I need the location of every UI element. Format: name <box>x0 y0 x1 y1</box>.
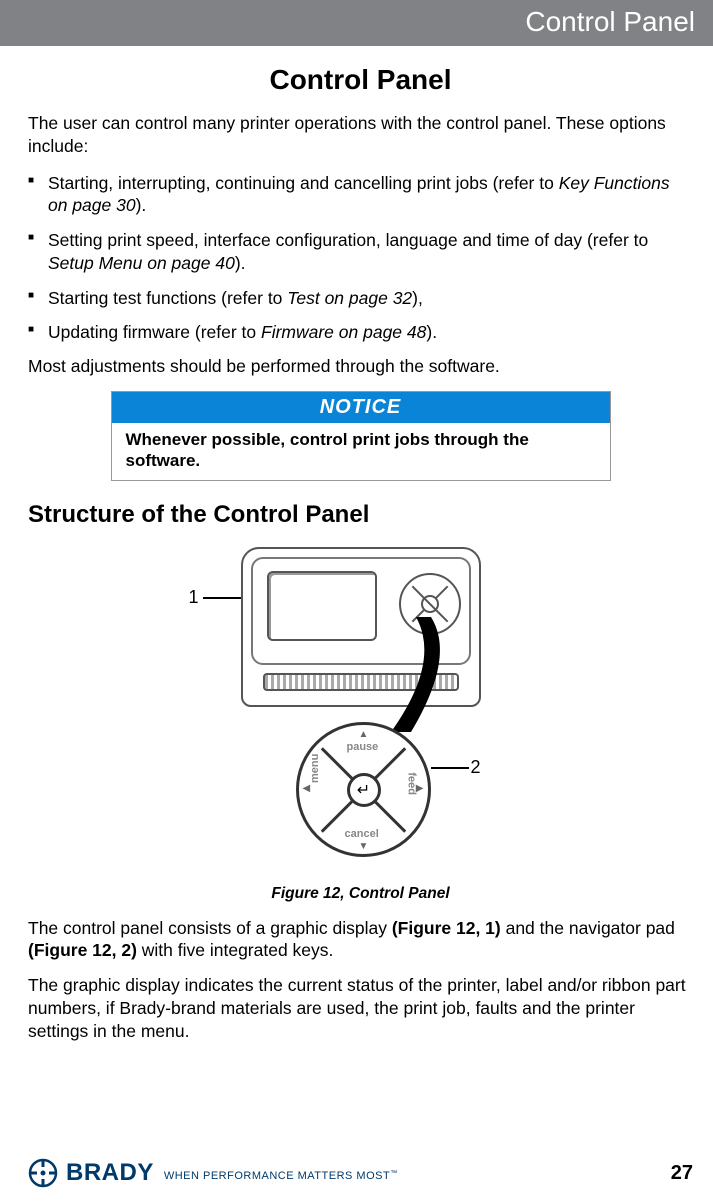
list-item: Updating firmware (refer to Firmware on … <box>28 321 693 344</box>
body-paragraph: The control panel consists of a graphic … <box>28 917 693 963</box>
software-note: Most adjustments should be performed thr… <box>28 356 693 377</box>
navigator-pad-icon: ▲ ▼ ◀ ▶ pause cancel menu feed ↵ <box>296 722 431 857</box>
list-item: Starting test functions (refer to Test o… <box>28 287 693 310</box>
pad-label-feed: feed <box>406 772 418 795</box>
page-content: Control Panel The user can control many … <box>0 64 713 1042</box>
text: The control panel consists of a graphic … <box>28 918 392 938</box>
list-text: Setting print speed, interface configura… <box>48 230 648 250</box>
text: and the navigator pad <box>501 918 675 938</box>
list-text: ), <box>412 288 423 308</box>
list-text: ). <box>235 253 246 273</box>
list-text: ). <box>426 322 437 342</box>
list-ref: Setup Menu on page 40 <box>48 253 235 273</box>
notice-heading: NOTICE <box>112 392 610 423</box>
figure-ref: (Figure 12, 1) <box>392 918 501 938</box>
list-text: Updating firmware (refer to <box>48 322 261 342</box>
arrow-left-icon: ◀ <box>303 783 311 794</box>
mini-pad-center-icon <box>421 595 439 613</box>
page-footer: BRADY WHEN PERFORMANCE MATTERS MOST™ 27 <box>0 1152 713 1202</box>
figure-caption: Figure 12, Control Panel <box>28 885 693 903</box>
callout-2-label: 2 <box>471 757 481 778</box>
text: with five integrated keys. <box>137 940 333 960</box>
pad-label-menu: menu <box>309 753 321 782</box>
callout-1-label: 1 <box>189 587 199 608</box>
list-item: Setting print speed, interface configura… <box>28 229 693 275</box>
brand-tagline: WHEN PERFORMANCE MATTERS MOST™ <box>164 1164 398 1182</box>
brady-badge-icon <box>28 1158 58 1188</box>
list-ref: Firmware on page 48 <box>261 322 426 342</box>
page-title: Control Panel <box>28 64 693 96</box>
trademark-symbol: ™ <box>390 1170 398 1177</box>
pad-label-cancel: cancel <box>345 828 379 840</box>
header-bar: Control Panel <box>0 0 713 46</box>
feature-list: Starting, interrupting, continuing and c… <box>28 172 693 345</box>
header-section-label: Control Panel <box>525 6 695 37</box>
arrow-down-icon: ▼ <box>359 841 369 852</box>
pad-label-pause: pause <box>347 741 379 753</box>
brand-logo: BRADY <box>28 1158 154 1188</box>
enter-key-icon: ↵ <box>347 773 381 807</box>
notice-body: Whenever possible, control print jobs th… <box>112 423 610 480</box>
brand-name: BRADY <box>66 1159 154 1187</box>
callout-swoosh-icon <box>386 617 456 737</box>
list-ref: Test on page 32 <box>287 288 412 308</box>
notice-box: NOTICE Whenever possible, control print … <box>111 391 611 481</box>
list-text: Starting test functions (refer to <box>48 288 287 308</box>
callout-line <box>431 767 469 769</box>
figure-control-panel: 1 ▲ ▼ ◀ ▶ pause cancel menu feed <box>181 547 541 877</box>
list-text: Starting, interrupting, continuing and c… <box>48 173 559 193</box>
section-title: Structure of the Control Panel <box>28 501 693 529</box>
list-item: Starting, interrupting, continuing and c… <box>28 172 693 218</box>
figure-ref: (Figure 12, 2) <box>28 940 137 960</box>
arrow-up-icon: ▲ <box>359 729 369 740</box>
graphic-display-icon <box>267 571 377 641</box>
enter-glyph: ↵ <box>357 780 370 800</box>
body-paragraph: The graphic display indicates the curren… <box>28 974 693 1042</box>
list-text: ). <box>136 195 147 215</box>
tagline-text: WHEN PERFORMANCE MATTERS MOST <box>164 1170 390 1182</box>
intro-paragraph: The user can control many printer operat… <box>28 112 693 158</box>
page-number: 27 <box>671 1162 693 1185</box>
